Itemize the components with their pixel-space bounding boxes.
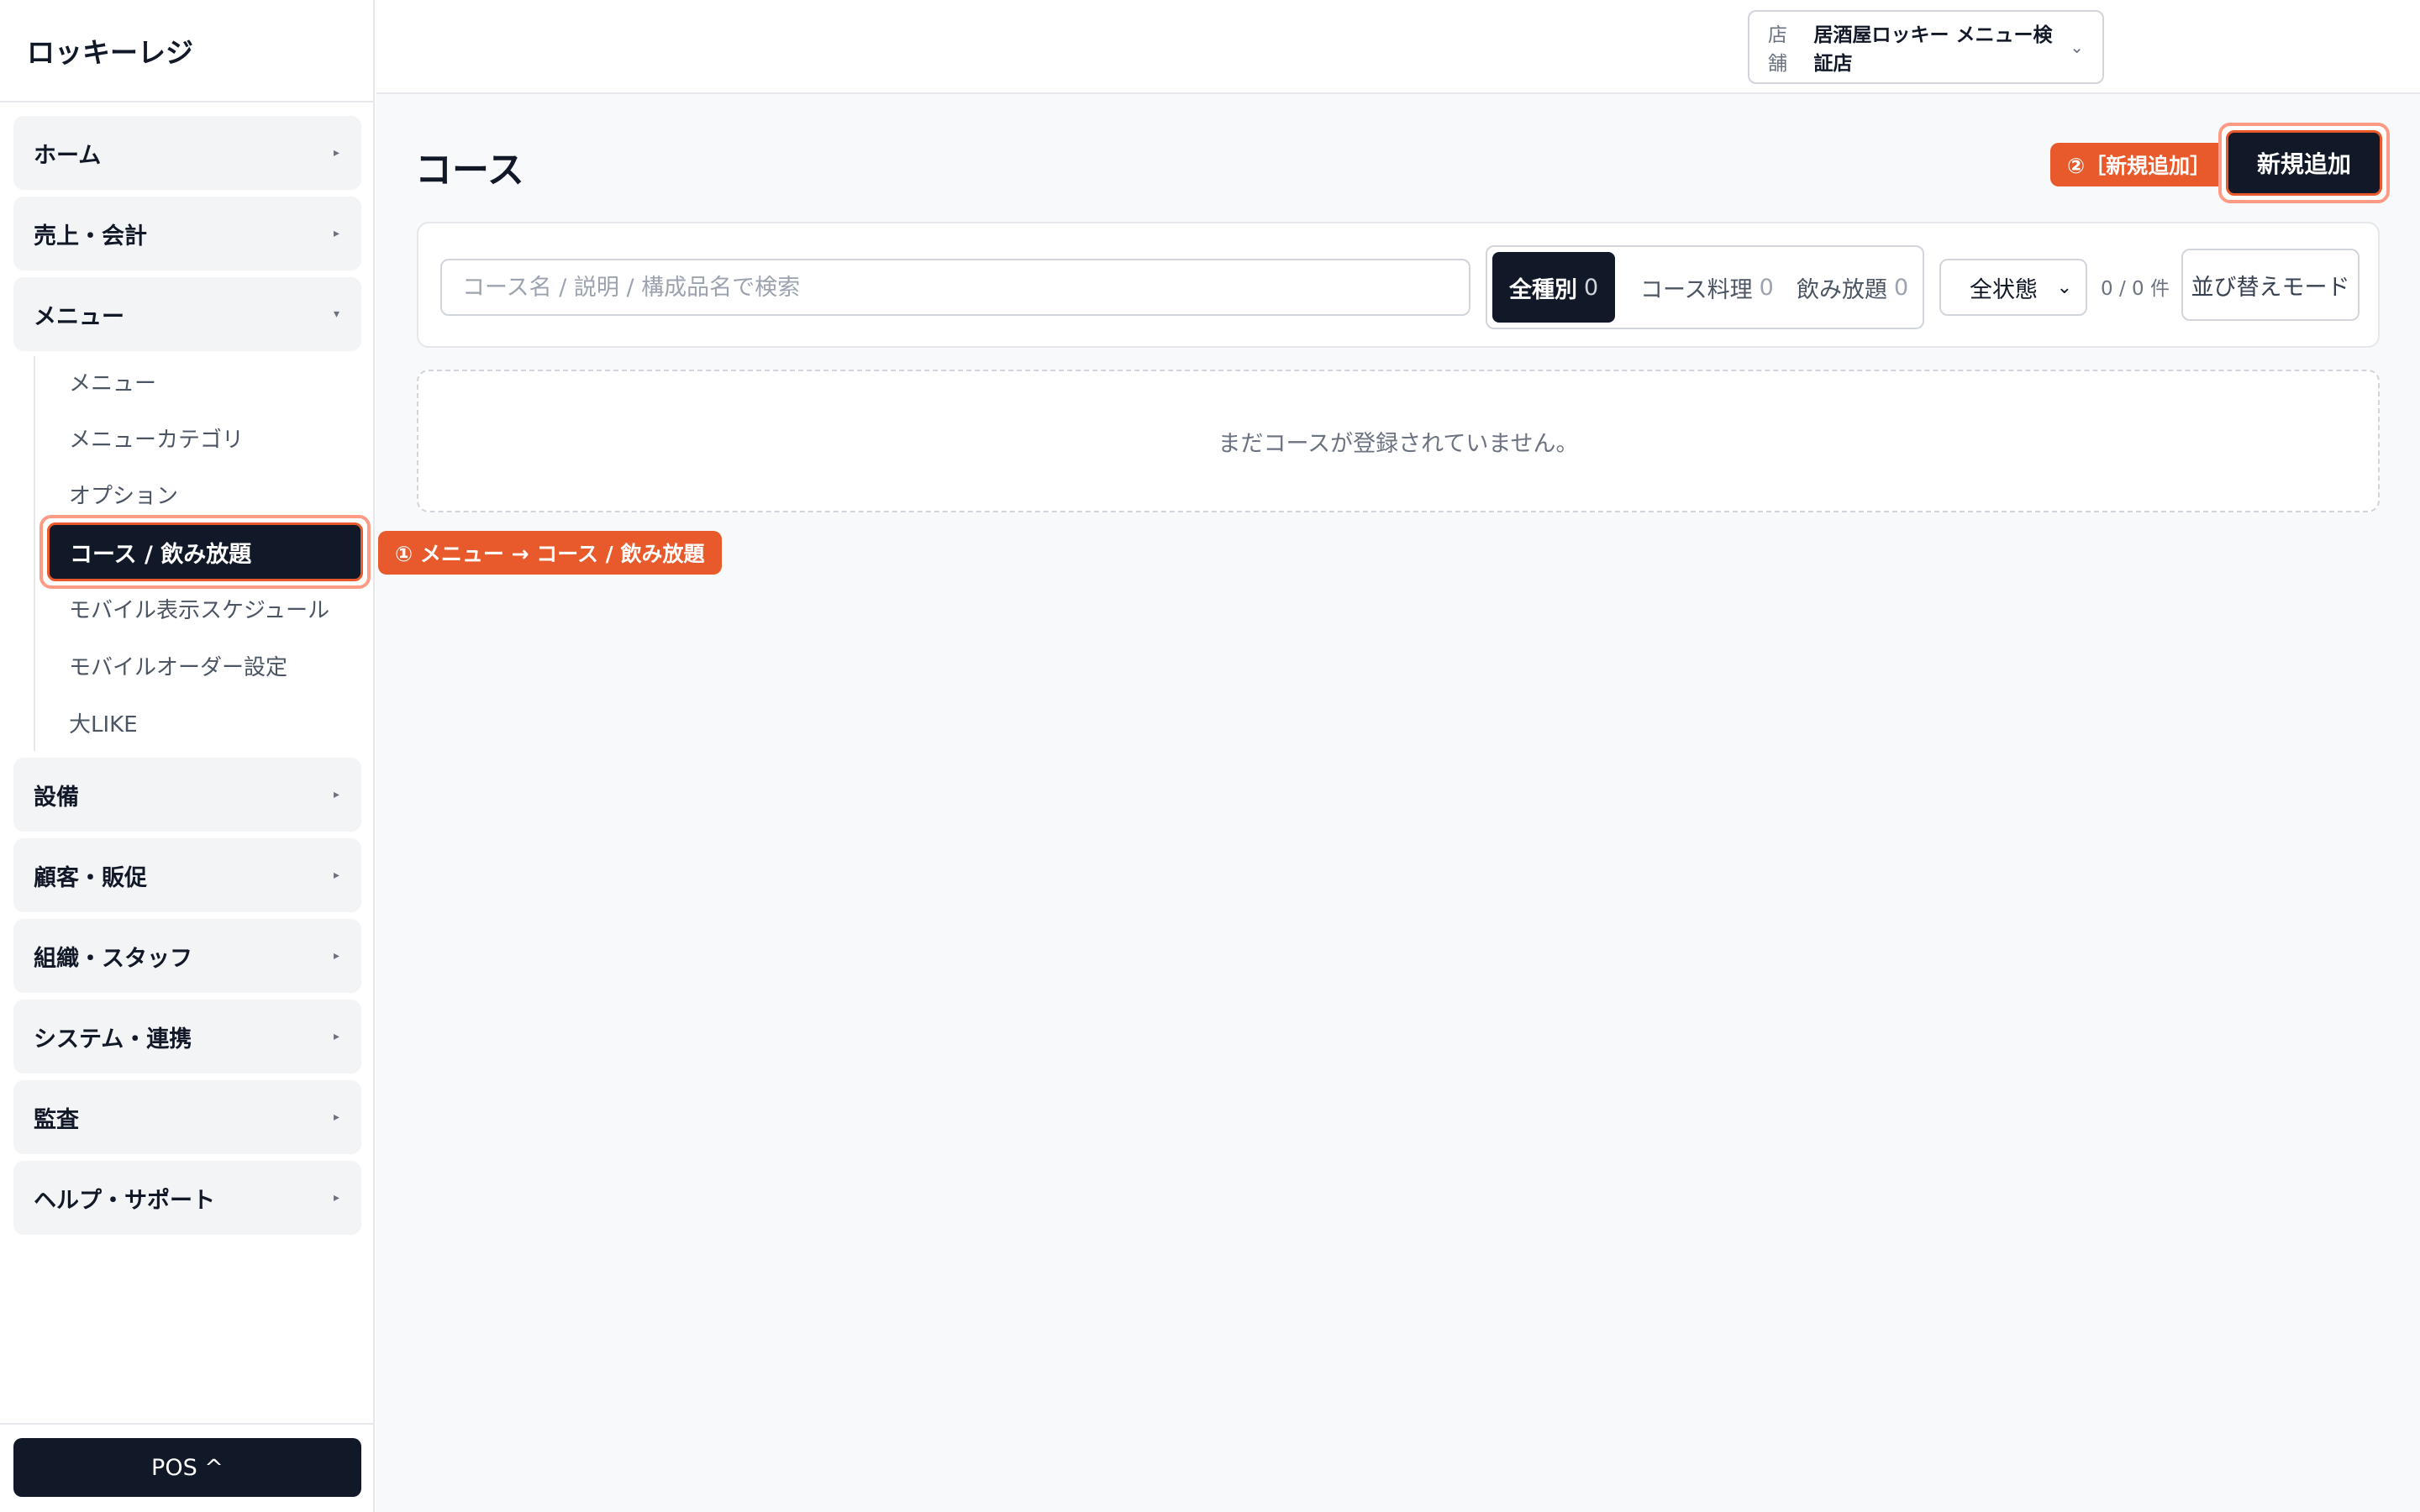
caret-right-icon: ▸ [333, 1110, 339, 1124]
sidebar-item-sales[interactable]: 売上・会計 ▸ [13, 197, 361, 270]
store-selector[interactable]: 店舗 居酒屋ロッキー メニュー検証店 ⌄ [1748, 10, 2104, 84]
top-bar: 店舗 居酒屋ロッキー メニュー検証店 ⌄ [376, 0, 2420, 94]
sidebar-subitem-course[interactable]: コース / 飲み放題 [47, 522, 363, 581]
caret-right-icon: ▸ [333, 1030, 339, 1043]
sidebar-item-label: 顧客・販促 [34, 864, 147, 891]
pos-button[interactable]: POS ^ [13, 1438, 361, 1497]
caret-right-icon: ▸ [333, 146, 339, 160]
status-select[interactable]: 全状態 ⌄ [1939, 259, 2087, 316]
sidebar-item-equipment[interactable]: 設備 ▸ [13, 758, 361, 832]
filter-course-meal[interactable]: コース料理 0 [1623, 252, 1791, 323]
caret-right-icon: ▸ [333, 1191, 339, 1205]
submenu-guide-line [34, 356, 35, 751]
sidebar-subitem-mobile-order[interactable]: モバイルオーダー設定 [69, 648, 287, 682]
type-filter-group: 全種別 0 コース料理 0 飲み放題 0 [1486, 245, 1924, 329]
status-select-value: 全状態 [1970, 276, 2038, 303]
sidebar-item-label: 設備 [34, 784, 79, 811]
sidebar-item-system[interactable]: システム・連携 ▸ [13, 1000, 361, 1074]
sidebar-item-customer[interactable]: 顧客・販促 ▸ [13, 838, 361, 912]
sidebar-subitem-dailike[interactable]: 大LIKE [69, 706, 138, 739]
filter-label: 飲み放題 [1797, 276, 1887, 303]
sidebar-item-menu[interactable]: メニュー ▾ [13, 277, 361, 351]
filter-all-you-can-drink[interactable]: 飲み放題 0 [1780, 252, 1925, 323]
sidebar: ロッキーレジ ホーム ▸ 売上・会計 ▸ メニュー ▾ メニュー メニューカテゴ… [0, 0, 375, 1512]
sidebar-item-label: 売上・会計 [34, 223, 147, 249]
page-title: コース [415, 149, 524, 192]
caret-right-icon: ▸ [333, 949, 339, 963]
filter-label: コース料理 [1640, 276, 1753, 303]
filter-toolbar: 全種別 0 コース料理 0 飲み放題 0 全状態 ⌄ 0 / 0 件 並び替えモ… [417, 222, 2380, 348]
sidebar-item-home[interactable]: ホーム ▸ [13, 116, 361, 190]
sidebar-subitem-menu-category[interactable]: メニューカテゴリ [69, 421, 244, 454]
empty-message: まだコースが登録されていません。 [1218, 430, 1579, 457]
sidebar-subitem-option[interactable]: オプション [69, 477, 178, 511]
result-count: 0 / 0 件 [2101, 278, 2170, 300]
caret-right-icon: ▸ [333, 788, 339, 801]
sort-mode-button[interactable]: 並び替えモード [2181, 249, 2360, 321]
new-add-button[interactable]: 新規追加 [2226, 130, 2382, 196]
sidebar-item-label: メニュー [34, 303, 124, 330]
sidebar-item-help[interactable]: ヘルプ・サポート ▸ [13, 1161, 361, 1235]
sidebar-item-audit[interactable]: 監査 ▸ [13, 1080, 361, 1154]
store-name: 居酒屋ロッキー メニュー検証店 [1813, 24, 2053, 75]
sidebar-item-label: 監査 [34, 1106, 79, 1133]
sidebar-item-label: 組織・スタッフ [34, 945, 192, 972]
sidebar-item-label: システム・連携 [34, 1026, 192, 1053]
filter-count: 0 [1584, 274, 1599, 301]
store-label: 店舗 [1768, 24, 1787, 75]
caret-down-icon: ▾ [333, 307, 339, 321]
search-input[interactable] [440, 259, 1470, 316]
sidebar-item-staff[interactable]: 組織・スタッフ ▸ [13, 919, 361, 993]
divider [0, 1423, 375, 1425]
empty-state: まだコースが登録されていません。 [417, 370, 2380, 512]
chevron-down-icon: ⌄ [2056, 276, 2072, 298]
brand-logo: ロッキーレジ [0, 0, 373, 102]
sidebar-subitem-menu[interactable]: メニュー [69, 365, 156, 398]
sidebar-item-label: ヘルプ・サポート [34, 1187, 215, 1214]
chevron-down-icon: ⌄ [2070, 37, 2084, 57]
step2-annotation: ②［新規追加］ [2050, 143, 2228, 186]
caret-right-icon: ▸ [333, 869, 339, 882]
filter-label: 全種別 [1509, 276, 1577, 303]
caret-right-icon: ▸ [333, 227, 339, 240]
sidebar-item-label: ホーム [34, 142, 102, 169]
filter-all-types[interactable]: 全種別 0 [1492, 252, 1616, 323]
filter-count: 0 [1894, 274, 1909, 301]
filter-count: 0 [1759, 274, 1774, 301]
sidebar-subitem-mobile-schedule[interactable]: モバイル表示スケジュール [69, 591, 329, 625]
step1-annotation: ① メニュー → コース / 飲み放題 [378, 531, 722, 575]
